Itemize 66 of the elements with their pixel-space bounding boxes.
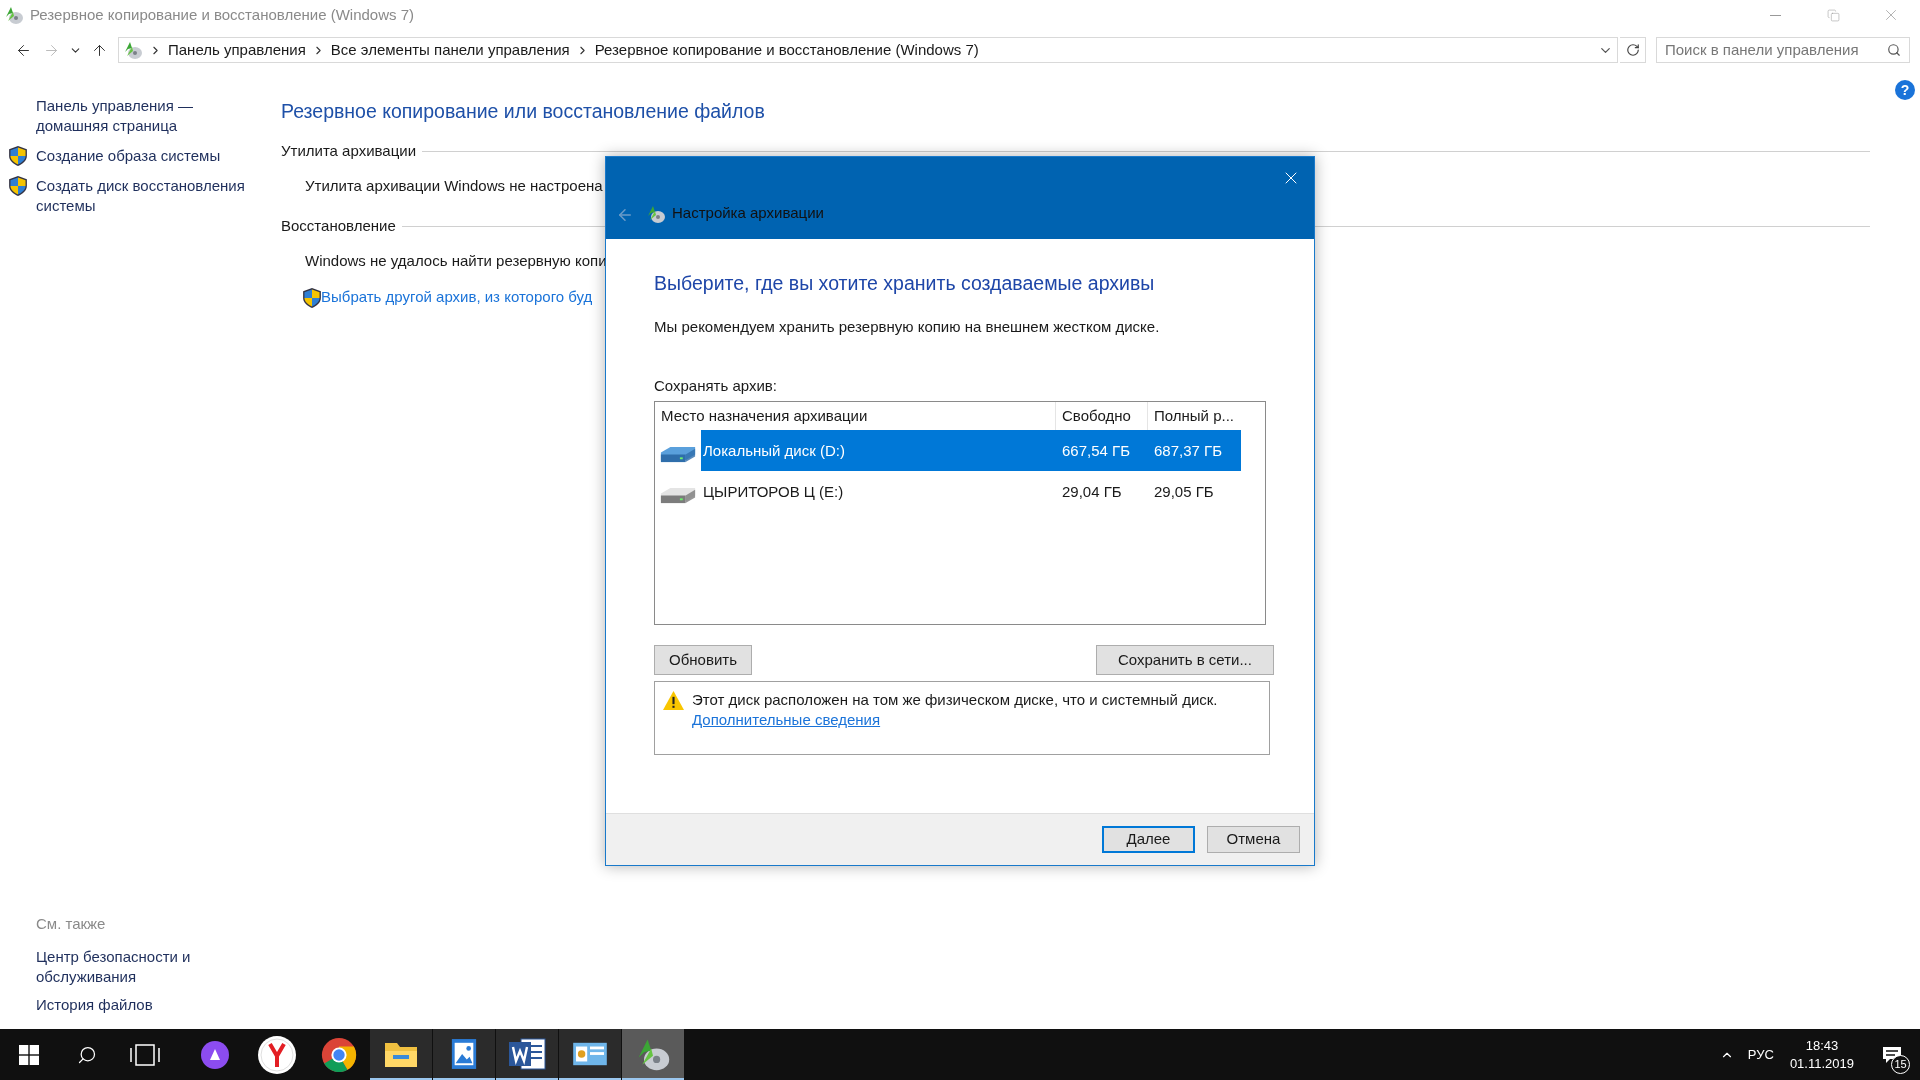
language-indicator[interactable]: РУС — [1747, 1044, 1774, 1065]
list-row[interactable]: Локальный диск (D:) 667,54 ГБ 687,37 ГБ — [701, 430, 1241, 472]
search-icon — [1887, 43, 1901, 57]
dialog-button[interactable]: Далее — [1102, 826, 1195, 853]
address-field[interactable]: Панель управления Все элементы панели управления Резервное копирование и восстановление (Windows 7) — [118, 37, 1618, 63]
description-text: Мы рекомендуем хранить резервную копию на внешнем жестком диске. — [654, 317, 1161, 338]
image-icon — [450, 1036, 478, 1071]
breadcrumb[interactable]: Панель управления — [168, 38, 306, 62]
refresh-button[interactable] — [1620, 37, 1646, 63]
sidebar-link[interactable]: Панель управления — домашняя страница — [36, 96, 193, 136]
sidebar-link[interactable]: История файлов — [36, 995, 281, 1015]
shield-icon — [9, 146, 27, 166]
circle-logo-icon — [200, 1039, 230, 1070]
taskbar-app[interactable] — [433, 1029, 495, 1080]
breadcrumb[interactable]: Резервное копирование и восстановление (Windows 7) — [594, 38, 979, 62]
restore-icon — [1826, 8, 1840, 22]
search-icon — [77, 1044, 97, 1065]
total-size: 687,37 ГБ — [1153, 440, 1223, 461]
app-icon — [4, 5, 24, 25]
notification-badge: 15 — [1891, 1055, 1910, 1074]
shield-icon — [303, 287, 321, 308]
drive-name: Локальный диск (D:) — [702, 440, 846, 461]
window-title: Резервное копирование и восстановление (Windows 7) — [30, 4, 415, 25]
document-app-icon — [507, 1035, 547, 1072]
sidebar-link[interactable]: Центр безопасности и обслуживания — [36, 947, 281, 987]
taskbar-app[interactable] — [370, 1029, 432, 1080]
browser-logo-icon — [257, 1034, 297, 1075]
list-label: Сохранять архив: — [654, 375, 778, 396]
list-row[interactable]: ЦЫРИТОРОВ Ц (E:) 29,04 ГБ 29,05 ГБ — [701, 471, 1241, 513]
clock-time[interactable]: 18:43 — [1805, 1036, 1839, 1055]
backup-icon — [646, 204, 666, 224]
search-field[interactable]: Поиск в панели управления — [1656, 37, 1910, 63]
restore-link[interactable]: Выбрать другой архив, из которого буд — [321, 286, 593, 309]
see-also-heading: См. также — [36, 913, 107, 934]
destination-list[interactable]: Место назначения архивации Свободно Полный р... Локальный диск (D:) 667,54 ГБ 687,37 ГБ ЦЫРИТОРОВ Ц (E:) 29,04 ГБ 29,05 ГБ — [654, 401, 1266, 626]
free-space: 667,54 ГБ — [1061, 440, 1131, 461]
warning-text: Этот диск расположен на том же физическом диске, что и системный диск. — [692, 690, 1218, 711]
page-title: Резервное копирование или восстановление файлов — [281, 99, 766, 124]
help-button[interactable]: ? — [1895, 80, 1915, 100]
refresh-icon — [1625, 43, 1640, 57]
drive-name: ЦЫРИТОРОВ Ц (E:) — [702, 481, 845, 502]
control-panel-icon — [123, 40, 143, 60]
section-heading: Восстановление — [281, 216, 396, 237]
save-to-network-button[interactable]: Сохранить в сети... — [1096, 645, 1274, 676]
total-size: 29,05 ГБ — [1153, 481, 1215, 502]
task-view-icon — [130, 1043, 160, 1066]
warning-icon — [663, 691, 684, 711]
sidebar-link[interactable]: Создание образа системы — [36, 146, 221, 166]
section-heading: Утилита архивации — [281, 141, 416, 162]
taskbar-app[interactable] — [496, 1029, 558, 1080]
free-space: 29,04 ГБ — [1061, 481, 1123, 502]
column-header[interactable]: Полный р... — [1148, 402, 1241, 431]
dialog-heading: Выберите, где вы хотите хранить создаваемые архивы — [654, 271, 1156, 296]
refresh-button[interactable]: Обновить — [654, 645, 752, 676]
sidebar-link[interactable]: Создать диск восстановления системы — [36, 176, 245, 216]
taskbar-app[interactable] — [559, 1029, 621, 1080]
shield-icon — [9, 176, 27, 196]
browser-logo-icon — [320, 1035, 358, 1074]
windows-logo-icon — [19, 1044, 39, 1065]
more-info-link[interactable]: Дополнительные сведения — [692, 710, 881, 731]
minimize-icon — [1769, 14, 1781, 16]
status-text: Утилита архивации Windows не настроена — [305, 175, 603, 196]
clock-date[interactable]: 01.11.2019 — [1789, 1054, 1854, 1073]
dialog-button[interactable]: Отмена — [1207, 826, 1300, 853]
breadcrumb[interactable]: Все элементы панели управления — [330, 38, 570, 62]
dialog-title: Настройка архивации — [672, 202, 824, 223]
